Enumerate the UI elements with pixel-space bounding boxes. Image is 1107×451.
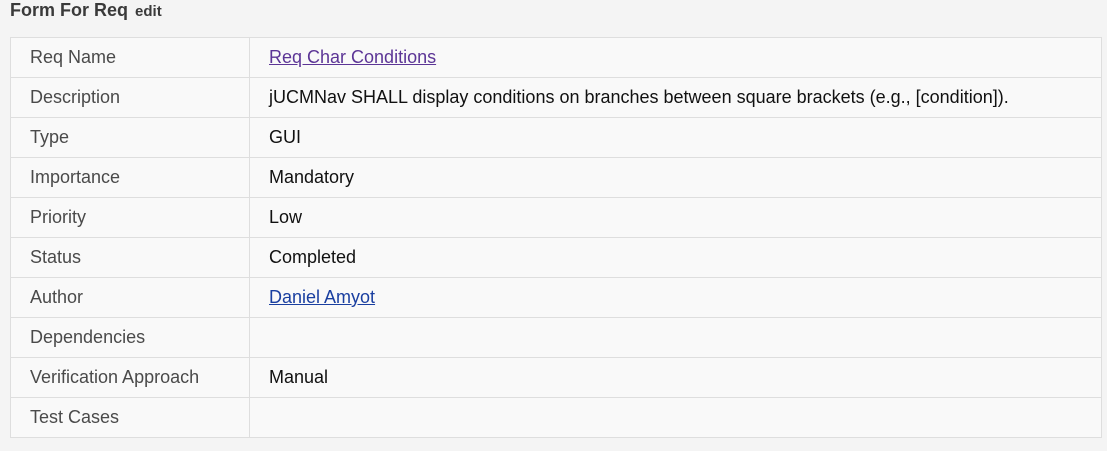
- table-row-req-name: Req Name Req Char Conditions: [10, 37, 1102, 78]
- field-label: Verification Approach: [10, 357, 250, 398]
- table-row-author: Author Daniel Amyot: [10, 277, 1102, 318]
- table-row-type: Type GUI: [10, 117, 1102, 158]
- table-row-test-cases: Test Cases: [10, 397, 1102, 438]
- field-label: Test Cases: [10, 397, 250, 438]
- field-value: jUCMNav SHALL display conditions on bran…: [249, 77, 1102, 118]
- field-label: Importance: [10, 157, 250, 198]
- author-link[interactable]: Daniel Amyot: [269, 287, 375, 307]
- field-value: [249, 317, 1102, 358]
- field-label: Type: [10, 117, 250, 158]
- table-row-importance: Importance Mandatory: [10, 157, 1102, 198]
- field-label: Priority: [10, 197, 250, 238]
- field-label: Dependencies: [10, 317, 250, 358]
- table-row-description: Description jUCMNav SHALL display condit…: [10, 77, 1102, 118]
- field-value: [249, 397, 1102, 438]
- requirement-form-table: Req Name Req Char Conditions Description…: [10, 37, 1102, 438]
- page-title: Form For Req edit: [10, 0, 162, 20]
- table-row-priority: Priority Low: [10, 197, 1102, 238]
- field-label: Status: [10, 237, 250, 278]
- field-label: Author: [10, 277, 250, 318]
- field-value: GUI: [249, 117, 1102, 158]
- field-value-cell: Req Char Conditions: [249, 37, 1102, 78]
- table-row-status: Status Completed: [10, 237, 1102, 278]
- field-value: Manual: [249, 357, 1102, 398]
- table-row-dependencies: Dependencies: [10, 317, 1102, 358]
- field-label: Description: [10, 77, 250, 118]
- req-name-link[interactable]: Req Char Conditions: [269, 47, 436, 67]
- edit-link[interactable]: edit: [135, 3, 162, 20]
- field-value: Low: [249, 197, 1102, 238]
- field-value: Completed: [249, 237, 1102, 278]
- field-label: Req Name: [10, 37, 250, 78]
- table-row-verification-approach: Verification Approach Manual: [10, 357, 1102, 398]
- field-value: Mandatory: [249, 157, 1102, 198]
- page-title-text: Form For Req: [10, 0, 129, 20]
- field-value-cell: Daniel Amyot: [249, 277, 1102, 318]
